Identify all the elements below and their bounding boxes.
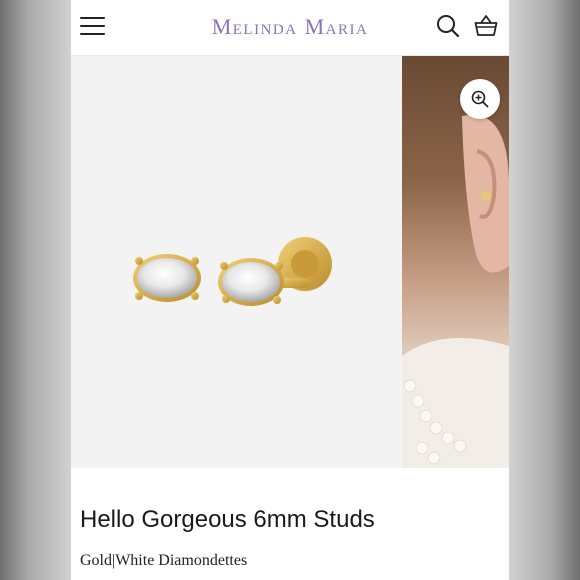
brand-logo[interactable]: Melinda Maria: [161, 14, 419, 40]
zoom-in-icon: [471, 90, 489, 108]
menu-button[interactable]: [80, 15, 105, 37]
mobile-page: Melinda Maria Hello Gorgeous 6mm Studs G…: [71, 0, 509, 580]
product-title: Hello Gorgeous 6mm Studs: [80, 506, 375, 533]
search-button[interactable]: [435, 13, 461, 39]
product-info: Hello Gorgeous 6mm Studs Gold|White Diam…: [71, 468, 509, 580]
product-image-studs[interactable]: [71, 56, 401, 468]
model-ear-image: [402, 114, 509, 468]
product-image-gallery[interactable]: [71, 56, 509, 468]
search-icon: [437, 15, 460, 38]
product-image-model[interactable]: [402, 56, 509, 468]
zoom-button[interactable]: [460, 79, 500, 119]
site-header: Melinda Maria: [71, 0, 509, 56]
cart-button[interactable]: [473, 13, 499, 39]
product-variant: Gold|White Diamondettes: [80, 552, 248, 569]
shopping-basket-icon: [474, 15, 498, 36]
stud-earrings-image: [133, 237, 332, 306]
background-left: [0, 0, 71, 580]
background-right: [509, 0, 580, 580]
